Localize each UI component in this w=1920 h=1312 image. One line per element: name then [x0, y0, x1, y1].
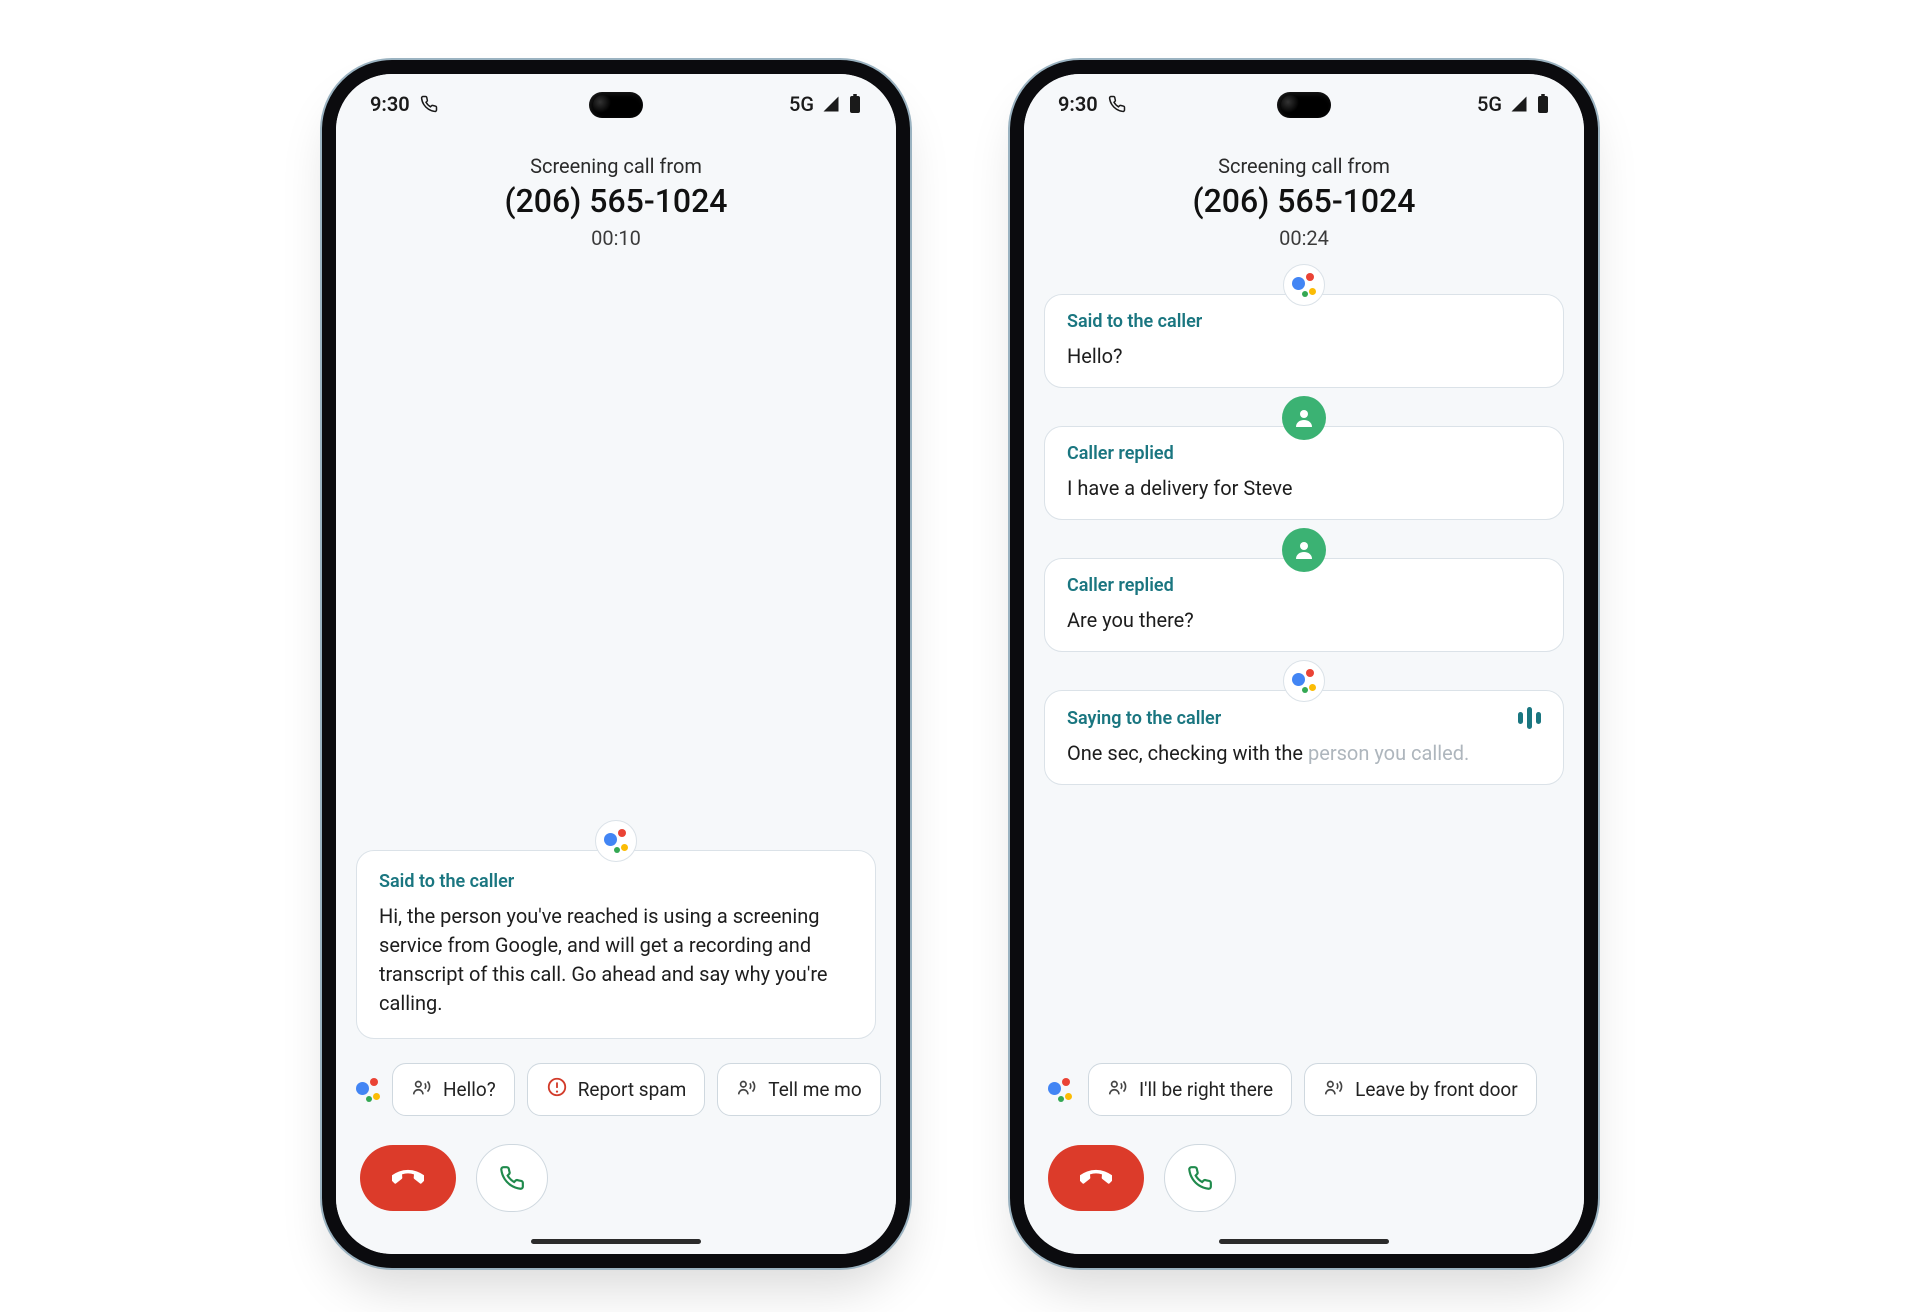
end-call-button[interactable]: [360, 1145, 456, 1211]
bubble-tag: Caller replied: [1067, 443, 1541, 464]
caller-number: (206) 565-1024: [356, 182, 876, 220]
call-timer: 00:10: [356, 226, 876, 250]
suggestion-row[interactable]: I'll be right there Leave by front door: [1024, 1047, 1584, 1126]
call-controls: [336, 1126, 896, 1254]
chip-hello[interactable]: Hello?: [392, 1063, 515, 1116]
header-subtitle: Screening call from: [1044, 154, 1564, 178]
speaking-indicator-icon: [1518, 707, 1541, 729]
chip-label: Leave by front door: [1355, 1078, 1518, 1101]
chip-label: Hello?: [443, 1078, 496, 1101]
chip-label: Report spam: [578, 1078, 687, 1101]
phone-right: 9:30 5G Screening call from: [1010, 60, 1598, 1268]
answer-call-button[interactable]: [1164, 1144, 1236, 1212]
chip-report-spam[interactable]: Report spam: [527, 1063, 706, 1116]
transcript-bubble: Caller replied Are you there?: [1044, 558, 1564, 652]
status-time: 9:30: [1058, 92, 1098, 116]
bubble-body: Are you there?: [1067, 606, 1541, 635]
signal-icon: [1510, 95, 1528, 113]
bubble-tag: Said to the caller: [379, 871, 853, 892]
bubble-body: I have a delivery for Steve: [1067, 474, 1541, 503]
bubble-body: Hello?: [1067, 342, 1541, 371]
assistant-avatar-icon: [1283, 660, 1325, 702]
camera-cutout: [1277, 92, 1331, 118]
home-indicator[interactable]: [1219, 1239, 1389, 1244]
assistant-icon: [356, 1074, 380, 1106]
end-call-button[interactable]: [1048, 1145, 1144, 1211]
call-header: Screening call from (206) 565-1024 00:10: [336, 134, 896, 258]
caller-avatar-icon: [1282, 528, 1326, 572]
chip-label: Tell me mo: [768, 1078, 861, 1101]
transcript-bubble: Said to the caller Hi, the person you've…: [356, 850, 876, 1039]
battery-icon: [848, 94, 862, 114]
transcript-bubble: Caller replied I have a delivery for Ste…: [1044, 426, 1564, 520]
bubble-body: One sec, checking with the person you ca…: [1067, 739, 1541, 768]
battery-icon: [1536, 94, 1550, 114]
chip-leave-door[interactable]: Leave by front door: [1304, 1063, 1537, 1116]
transcript-bubble: Said to the caller Hello?: [1044, 294, 1564, 388]
voice-icon: [1107, 1076, 1129, 1103]
caller-number: (206) 565-1024: [1044, 182, 1564, 220]
call-header: Screening call from (206) 565-1024 00:24: [1024, 134, 1584, 258]
transcript-bubble-live: Saying to the caller One sec, checking w…: [1044, 690, 1564, 785]
bubble-tag: Saying to the caller: [1067, 707, 1541, 729]
camera-cutout: [589, 92, 643, 118]
assistant-avatar-icon: [595, 820, 637, 862]
status-time: 9:30: [370, 92, 410, 116]
screen: 9:30 5G Screening call from: [336, 74, 896, 1254]
bubble-body-plain: One sec, checking with the: [1067, 741, 1308, 765]
phone-left: 9:30 5G Screening call from: [322, 60, 910, 1268]
call-timer: 00:24: [1044, 226, 1564, 250]
header-subtitle: Screening call from: [356, 154, 876, 178]
bubble-tag: Said to the caller: [1067, 311, 1541, 332]
chip-right-there[interactable]: I'll be right there: [1088, 1063, 1292, 1116]
stage: 9:30 5G Screening call from: [0, 0, 1920, 1312]
chip-tell-more[interactable]: Tell me mo: [717, 1063, 880, 1116]
caller-avatar-icon: [1282, 396, 1326, 440]
assistant-avatar-icon: [1283, 264, 1325, 306]
alert-icon: [546, 1076, 568, 1103]
transcript-area: Said to the caller Hi, the person you've…: [336, 258, 896, 1047]
voice-icon: [411, 1076, 433, 1103]
ongoing-call-icon: [1108, 95, 1126, 113]
network-label: 5G: [789, 92, 814, 116]
suggestion-row[interactable]: Hello? Report spam Tell me mo: [336, 1047, 896, 1126]
ongoing-call-icon: [420, 95, 438, 113]
network-label: 5G: [1477, 92, 1502, 116]
voice-icon: [1323, 1076, 1345, 1103]
chip-label: I'll be right there: [1139, 1078, 1273, 1101]
transcript-area[interactable]: Said to the caller Hello? Caller replied…: [1024, 258, 1584, 1047]
screen: 9:30 5G Screening call from: [1024, 74, 1584, 1254]
bubble-body-fade: person you called.: [1308, 741, 1469, 765]
assistant-icon: [1044, 1074, 1076, 1106]
bubble-tag: Caller replied: [1067, 575, 1541, 596]
home-indicator[interactable]: [531, 1239, 701, 1244]
call-controls: [1024, 1126, 1584, 1254]
bubble-tag-text: Saying to the caller: [1067, 708, 1221, 729]
voice-icon: [736, 1076, 758, 1103]
answer-call-button[interactable]: [476, 1144, 548, 1212]
signal-icon: [822, 95, 840, 113]
bubble-body: Hi, the person you've reached is using a…: [379, 902, 853, 1018]
